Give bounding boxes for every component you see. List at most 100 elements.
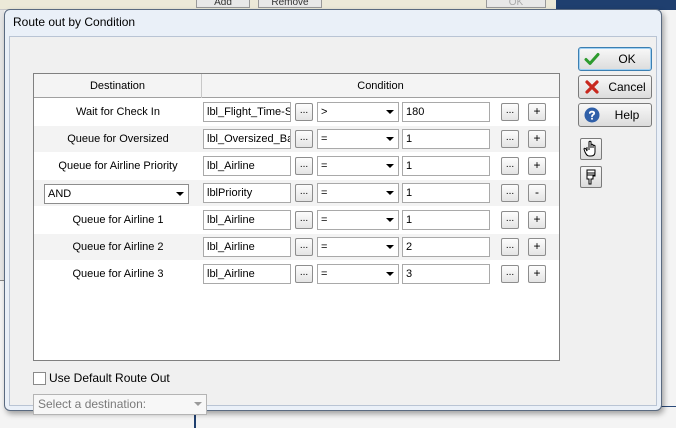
label-browse-button[interactable]: ... bbox=[295, 184, 313, 202]
value-field[interactable]: 1 bbox=[402, 156, 490, 176]
operator-select[interactable]: > bbox=[317, 102, 399, 122]
row-destination: Queue for Airline 2 bbox=[72, 241, 164, 253]
default-destination-select[interactable]: Select a destination: bbox=[33, 394, 207, 415]
chevron-down-icon bbox=[194, 402, 202, 406]
chevron-down-icon bbox=[176, 192, 184, 196]
help-button[interactable]: Help bbox=[578, 103, 652, 127]
label-field[interactable]: lbl_Airline bbox=[203, 264, 291, 284]
dialog-client-area: Destination Condition Wait for Check In … bbox=[9, 36, 657, 415]
remove-condition-button[interactable]: - bbox=[528, 184, 546, 202]
table-row: Queue for Airline 1 lbl_Airline ... = 1 … bbox=[34, 207, 559, 233]
table-row: Queue for Airline 3 lbl_Airline ... = 3 … bbox=[34, 261, 559, 287]
ok-button[interactable]: OK bbox=[578, 47, 652, 71]
move-down-button[interactable] bbox=[580, 166, 602, 188]
value-field[interactable]: 1 bbox=[402, 210, 490, 230]
value-browse-button[interactable]: ... bbox=[501, 211, 519, 229]
table-row: AND lblPriority ... = 1 ... - bbox=[34, 180, 559, 206]
use-default-label: Use Default Route Out bbox=[49, 371, 170, 385]
cancel-button[interactable]: Cancel bbox=[578, 75, 652, 99]
logic-operator-select[interactable]: AND bbox=[44, 184, 189, 204]
label-browse-button[interactable]: ... bbox=[295, 103, 313, 121]
table-row: Queue for Oversized lbl_Oversized_Ba ...… bbox=[34, 126, 559, 152]
operator-value: = bbox=[321, 241, 328, 253]
cancel-label: Cancel bbox=[608, 80, 646, 94]
add-condition-button[interactable]: + bbox=[528, 130, 546, 148]
chevron-down-icon bbox=[386, 164, 394, 168]
operator-select[interactable]: = bbox=[317, 156, 399, 176]
ok-label: OK bbox=[618, 52, 636, 66]
value-field[interactable]: 3 bbox=[402, 264, 490, 284]
logic-operator-value: AND bbox=[48, 188, 72, 200]
label-browse-button[interactable]: ... bbox=[295, 238, 313, 256]
value-browse-button[interactable]: ... bbox=[501, 238, 519, 256]
row-destination: Wait for Check In bbox=[76, 106, 160, 118]
route-out-dialog: Route out by Condition Destination Condi… bbox=[4, 9, 662, 415]
row-destination: Queue for Oversized bbox=[67, 133, 169, 145]
chevron-down-icon bbox=[386, 218, 394, 222]
value-browse-button[interactable]: ... bbox=[501, 130, 519, 148]
add-condition-button[interactable]: + bbox=[528, 238, 546, 256]
operator-select[interactable]: = bbox=[317, 210, 399, 230]
use-default-checkbox[interactable] bbox=[33, 372, 46, 385]
value-field[interactable]: 1 bbox=[402, 183, 490, 203]
label-field[interactable]: lbl_Flight_Time-Si bbox=[203, 102, 291, 122]
move-up-button[interactable] bbox=[580, 138, 602, 160]
header-destination: Destination bbox=[34, 74, 202, 98]
background-remove-button: Remove bbox=[258, 0, 322, 8]
operator-value: = bbox=[321, 133, 328, 145]
operator-value: = bbox=[321, 268, 328, 280]
row-destination: Queue for Airline 3 bbox=[72, 268, 164, 280]
value-field[interactable]: 1 bbox=[402, 129, 490, 149]
value-field[interactable]: 180 bbox=[402, 102, 490, 122]
chevron-down-icon bbox=[386, 272, 394, 276]
condition-grid: Destination Condition Wait for Check In … bbox=[33, 73, 560, 361]
operator-value: > bbox=[321, 106, 328, 118]
help-label: Help bbox=[614, 108, 640, 122]
label-field[interactable]: lbl_Airline bbox=[203, 156, 291, 176]
add-condition-button[interactable]: + bbox=[528, 157, 546, 175]
label-browse-button[interactable]: ... bbox=[295, 265, 313, 283]
hand-down-icon bbox=[586, 169, 596, 185]
grid-header: Destination Condition bbox=[34, 74, 559, 98]
label-browse-button[interactable]: ... bbox=[295, 130, 313, 148]
add-condition-button[interactable]: + bbox=[528, 103, 546, 121]
chevron-down-icon bbox=[386, 191, 394, 195]
operator-select[interactable]: = bbox=[317, 237, 399, 257]
add-condition-button[interactable]: + bbox=[528, 211, 546, 229]
value-field[interactable]: 2 bbox=[402, 237, 490, 257]
label-field[interactable]: lblPriority bbox=[203, 183, 291, 203]
value-browse-button[interactable]: ... bbox=[501, 103, 519, 121]
operator-select[interactable]: = bbox=[317, 264, 399, 284]
operator-select[interactable]: = bbox=[317, 129, 399, 149]
value-browse-button[interactable]: ... bbox=[501, 184, 519, 202]
check-icon bbox=[584, 53, 600, 65]
operator-select[interactable]: = bbox=[317, 183, 399, 203]
background-ok-button: OK bbox=[486, 0, 546, 8]
label-browse-button[interactable]: ... bbox=[295, 157, 313, 175]
chevron-down-icon bbox=[386, 110, 394, 114]
row-destination: Queue for Airline Priority bbox=[58, 160, 178, 172]
hand-up-icon bbox=[583, 140, 596, 157]
default-destination-placeholder: Select a destination: bbox=[38, 397, 147, 411]
header-condition: Condition bbox=[357, 80, 404, 92]
table-row: Queue for Airline Priority lbl_Airline .… bbox=[34, 153, 559, 179]
value-browse-button[interactable]: ... bbox=[501, 157, 519, 175]
chevron-down-icon bbox=[386, 137, 394, 141]
label-field[interactable]: lbl_Airline bbox=[203, 237, 291, 257]
operator-value: = bbox=[321, 187, 328, 199]
dialog-title: Route out by Condition bbox=[13, 15, 136, 29]
table-row: Wait for Check In lbl_Flight_Time-Si ...… bbox=[34, 99, 559, 125]
operator-value: = bbox=[321, 160, 328, 172]
chevron-down-icon bbox=[386, 245, 394, 249]
label-browse-button[interactable]: ... bbox=[295, 211, 313, 229]
value-browse-button[interactable]: ... bbox=[501, 265, 519, 283]
operator-value: = bbox=[321, 214, 328, 226]
help-icon bbox=[584, 107, 600, 123]
label-field[interactable]: lbl_Oversized_Ba bbox=[203, 129, 291, 149]
table-row: Queue for Airline 2 lbl_Airline ... = 2 … bbox=[34, 234, 559, 260]
label-field[interactable]: lbl_Airline bbox=[203, 210, 291, 230]
add-condition-button[interactable]: + bbox=[528, 265, 546, 283]
row-destination: Queue for Airline 1 bbox=[72, 214, 164, 226]
cancel-x-icon bbox=[585, 80, 599, 94]
background-add-button: Add bbox=[196, 0, 250, 8]
